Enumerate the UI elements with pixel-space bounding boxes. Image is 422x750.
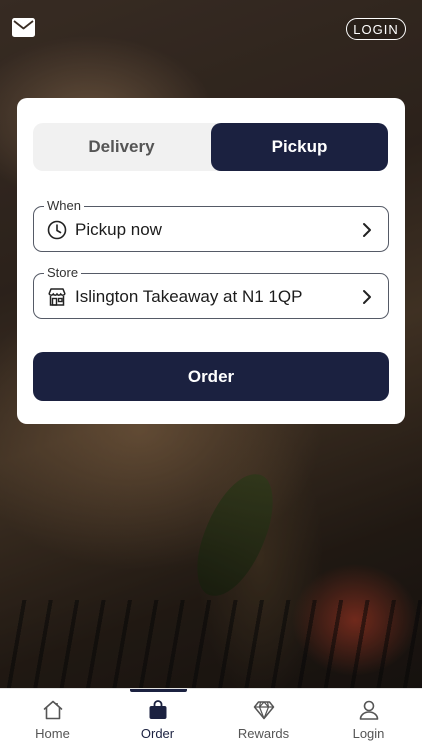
home-icon: [41, 698, 65, 722]
user-icon: [357, 698, 381, 722]
clock-icon: [46, 219, 68, 241]
tab-label: Rewards: [237, 726, 290, 741]
tab-rewards[interactable]: Rewards: [211, 689, 316, 750]
grill-rack: [0, 600, 422, 688]
delivery-tab[interactable]: Delivery: [33, 123, 210, 171]
store-field[interactable]: Store Islington Takeaway at N1 1QP: [33, 265, 389, 319]
when-field[interactable]: When Pickup now: [33, 198, 389, 252]
chevron-right-icon: [360, 221, 374, 239]
fulfillment-mode-toggle: Delivery Pickup: [33, 123, 388, 171]
bottom-tab-bar: Home Order Rewards Login: [0, 688, 422, 750]
store-label: Store: [44, 265, 82, 280]
envelope-icon[interactable]: [12, 18, 35, 37]
chevron-right-icon: [360, 288, 374, 306]
basil-leaf: [186, 463, 284, 607]
when-value: Pickup now: [75, 220, 162, 239]
tab-home[interactable]: Home: [0, 689, 105, 750]
when-label: When: [44, 198, 84, 213]
pickup-tab[interactable]: Pickup: [211, 123, 388, 171]
shopping-bag-icon: [146, 698, 170, 722]
tab-label: Login: [352, 726, 385, 741]
order-button[interactable]: Order: [33, 352, 389, 401]
order-options-card: Delivery Pickup When Pickup now Store Is…: [17, 98, 405, 424]
storefront-icon: [46, 286, 68, 308]
login-button[interactable]: LOGIN: [346, 18, 406, 40]
store-value: Islington Takeaway at N1 1QP: [75, 287, 303, 306]
tab-label: Home: [35, 726, 70, 741]
tab-label: Order: [140, 726, 175, 741]
tab-order[interactable]: Order: [105, 689, 210, 750]
tab-login[interactable]: Login: [316, 689, 421, 750]
diamond-icon: [252, 698, 276, 722]
